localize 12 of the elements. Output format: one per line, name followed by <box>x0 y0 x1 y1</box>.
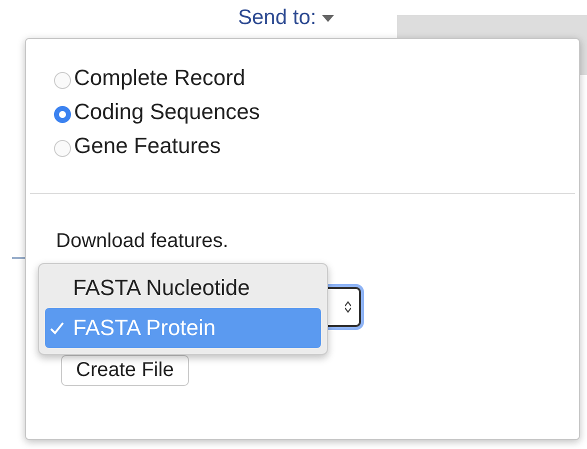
caret-icon <box>322 14 334 22</box>
radio-option[interactable]: Coding Sequences <box>54 95 579 129</box>
send-to-link[interactable]: Send to: <box>238 6 334 30</box>
download-label: Download features. <box>56 230 230 253</box>
updown-icon <box>345 301 351 313</box>
menu-item[interactable]: FASTA Nucleotide <box>45 268 321 308</box>
create-file-button[interactable]: Create File <box>61 355 189 386</box>
radio-button[interactable] <box>54 140 71 156</box>
radio-button[interactable] <box>54 106 71 122</box>
radio-option[interactable]: Gene Features <box>54 129 579 163</box>
radio-button[interactable] <box>54 72 71 88</box>
radio-option[interactable]: Complete Record <box>54 61 579 95</box>
